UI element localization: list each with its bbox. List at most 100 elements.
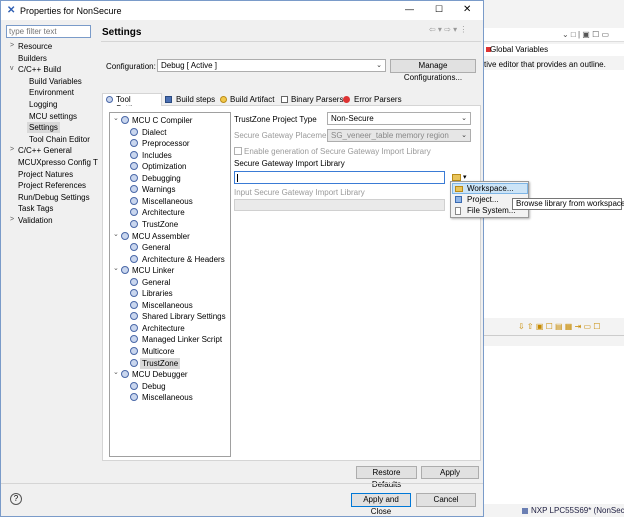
- tree-item[interactable]: General: [142, 277, 170, 288]
- nav-item[interactable]: Run/Debug Settings: [18, 192, 90, 203]
- folder-icon: [452, 174, 461, 181]
- tree-item[interactable]: Dialect: [142, 127, 166, 138]
- option-gear-icon: [130, 381, 138, 390]
- tz-type-select[interactable]: Non-Secure ⌄: [327, 112, 471, 125]
- tree-item[interactable]: Libraries: [142, 288, 173, 299]
- tree-item[interactable]: Preprocessor: [142, 138, 190, 149]
- app-icon: ✕: [7, 5, 16, 16]
- config-select[interactable]: Debug [ Active ] ⌄: [157, 59, 386, 72]
- tree-item[interactable]: MCU C Compiler: [132, 115, 192, 126]
- cancel-button[interactable]: Cancel: [416, 493, 476, 507]
- nav-item-label: Builders: [18, 53, 47, 63]
- option-gear-icon: [130, 289, 138, 298]
- tree-item[interactable]: MCU Debugger: [132, 369, 188, 380]
- nav-item[interactable]: Logging: [29, 99, 57, 110]
- import-lib-input[interactable]: [234, 171, 445, 184]
- maximize-button[interactable]: ☐: [435, 4, 443, 15]
- placement-select: SG_veneer_table memory region ⌄: [327, 129, 471, 142]
- nav-item-label: MCUXpresso Config T: [18, 158, 98, 167]
- tree-item[interactable]: General: [142, 242, 170, 253]
- nav-item[interactable]: Project References: [18, 180, 86, 191]
- tree-item[interactable]: Managed Linker Script: [142, 334, 222, 345]
- option-gear-icon: [130, 347, 138, 355]
- tree-item[interactable]: Debug: [142, 381, 166, 392]
- tree-item[interactable]: Miscellaneous: [142, 392, 193, 403]
- nav-item[interactable]: Builders: [18, 53, 47, 64]
- nav-tree: Resource > Builders C/C++ Build v Build Varia…: [1, 41, 98, 241]
- tree-item[interactable]: Architecture: [142, 323, 185, 334]
- nav-item-label: Task Tags: [18, 204, 54, 214]
- menu-item-workspace[interactable]: Workspace...: [452, 183, 528, 194]
- nav-item-label: MCU settings: [29, 111, 78, 121]
- tree-item[interactable]: Multicore: [142, 346, 174, 357]
- global-variables-tab[interactable]: Global Variables: [484, 44, 624, 56]
- workspace-icon: [455, 186, 463, 192]
- nav-item[interactable]: Project Natures: [18, 169, 73, 180]
- enable-checkbox[interactable]: [234, 147, 242, 155]
- apply-and-close-button[interactable]: Apply and Close: [351, 493, 411, 516]
- help-button[interactable]: ?: [10, 493, 22, 505]
- toolbar-icons[interactable]: ⌄ □ | ▣ ☐ ▭: [562, 30, 609, 39]
- input-lib-label: Input Secure Gateway Import Library: [234, 188, 365, 197]
- tree-item[interactable]: TrustZone: [142, 219, 178, 230]
- nav-item[interactable]: Settings: [27, 122, 60, 134]
- nav-item-label: Resource: [18, 42, 53, 51]
- tree-item[interactable]: TrustZone: [140, 357, 181, 369]
- apply-button[interactable]: Apply: [421, 466, 479, 479]
- tz-type-label: TrustZone Project Type: [234, 115, 317, 124]
- view-toolbar-icons[interactable]: ⇩ ⇧ ▣ ☐ ▤ ▦ ⇥ ▭ ☐: [518, 322, 600, 331]
- tree-item[interactable]: Warnings: [142, 184, 176, 195]
- nav-item-label: Run/Debug Settings: [18, 192, 90, 202]
- tree-item[interactable]: MCU Linker: [132, 265, 174, 276]
- status-bar: NXP LPC55S69* (NonSecure: [484, 505, 624, 517]
- option-gear-icon: [130, 312, 138, 321]
- chevron-down-icon[interactable]: ⌄: [113, 368, 119, 376]
- chevron-down-icon[interactable]: v: [10, 65, 14, 72]
- nav-item[interactable]: MCU settings: [29, 111, 77, 122]
- tree-item[interactable]: Architecture & Headers: [142, 254, 225, 265]
- option-gear-icon: [130, 254, 138, 263]
- chevron-down-icon[interactable]: ⌄: [113, 114, 119, 122]
- nav-item[interactable]: Resource: [18, 41, 52, 52]
- close-button[interactable]: ✕: [463, 4, 471, 15]
- file-icon: [455, 207, 461, 215]
- nav-item[interactable]: MCUXpresso Config T: [18, 157, 98, 168]
- tree-item[interactable]: Shared Library Settings: [142, 311, 226, 322]
- option-gear-icon: [130, 162, 138, 171]
- option-gear-icon: [130, 139, 138, 148]
- option-gear-icon: [130, 335, 138, 344]
- nav-arrows-icon[interactable]: ⇦ ▾ ⇨ ▾ ⋮: [429, 25, 467, 34]
- tree-item[interactable]: Debugging: [142, 173, 181, 184]
- nav-item[interactable]: Tool Chain Editor: [29, 134, 90, 145]
- chevron-down-icon[interactable]: ⌄: [113, 264, 119, 272]
- tab-tool-settings[interactable]: Tool Settings: [102, 93, 162, 113]
- restore-defaults-button[interactable]: Restore Defaults: [356, 466, 417, 489]
- nav-item[interactable]: Build Variables: [29, 76, 82, 87]
- tooltip: Browse library from workspace: [512, 198, 624, 210]
- filter-input-wrap: [6, 25, 91, 38]
- chevron-right-icon[interactable]: >: [10, 42, 14, 49]
- filter-input[interactable]: [7, 26, 87, 37]
- nav-item-label: Settings: [29, 123, 58, 133]
- tree-item[interactable]: Miscellaneous: [142, 300, 193, 311]
- chevron-right-icon[interactable]: >: [10, 146, 14, 153]
- dropdown-arrow-icon: ▾: [463, 174, 467, 181]
- tree-item[interactable]: MCU Assembler: [132, 231, 190, 242]
- nav-item[interactable]: C/C++ Build: [18, 64, 61, 75]
- manage-configurations-button[interactable]: Manage Configurations...: [390, 59, 476, 82]
- nav-item-label: Logging: [29, 100, 58, 109]
- chevron-down-icon[interactable]: ⌄: [113, 230, 119, 238]
- nav-item[interactable]: Environment: [29, 87, 74, 98]
- minimize-button[interactable]: —: [405, 4, 414, 14]
- option-gear-icon: [130, 243, 138, 252]
- nav-item[interactable]: Task Tags: [18, 203, 53, 214]
- tree-item[interactable]: Optimization: [142, 161, 186, 172]
- tree-item[interactable]: Miscellaneous: [142, 196, 193, 207]
- config-label: Configuration:: [106, 62, 156, 71]
- nav-item[interactable]: Validation: [18, 215, 53, 226]
- page-title: Settings: [102, 27, 142, 38]
- chevron-right-icon[interactable]: >: [10, 216, 14, 223]
- nav-item[interactable]: C/C++ General: [18, 145, 72, 156]
- tree-item[interactable]: Architecture: [142, 207, 185, 218]
- tree-item[interactable]: Includes: [142, 150, 172, 161]
